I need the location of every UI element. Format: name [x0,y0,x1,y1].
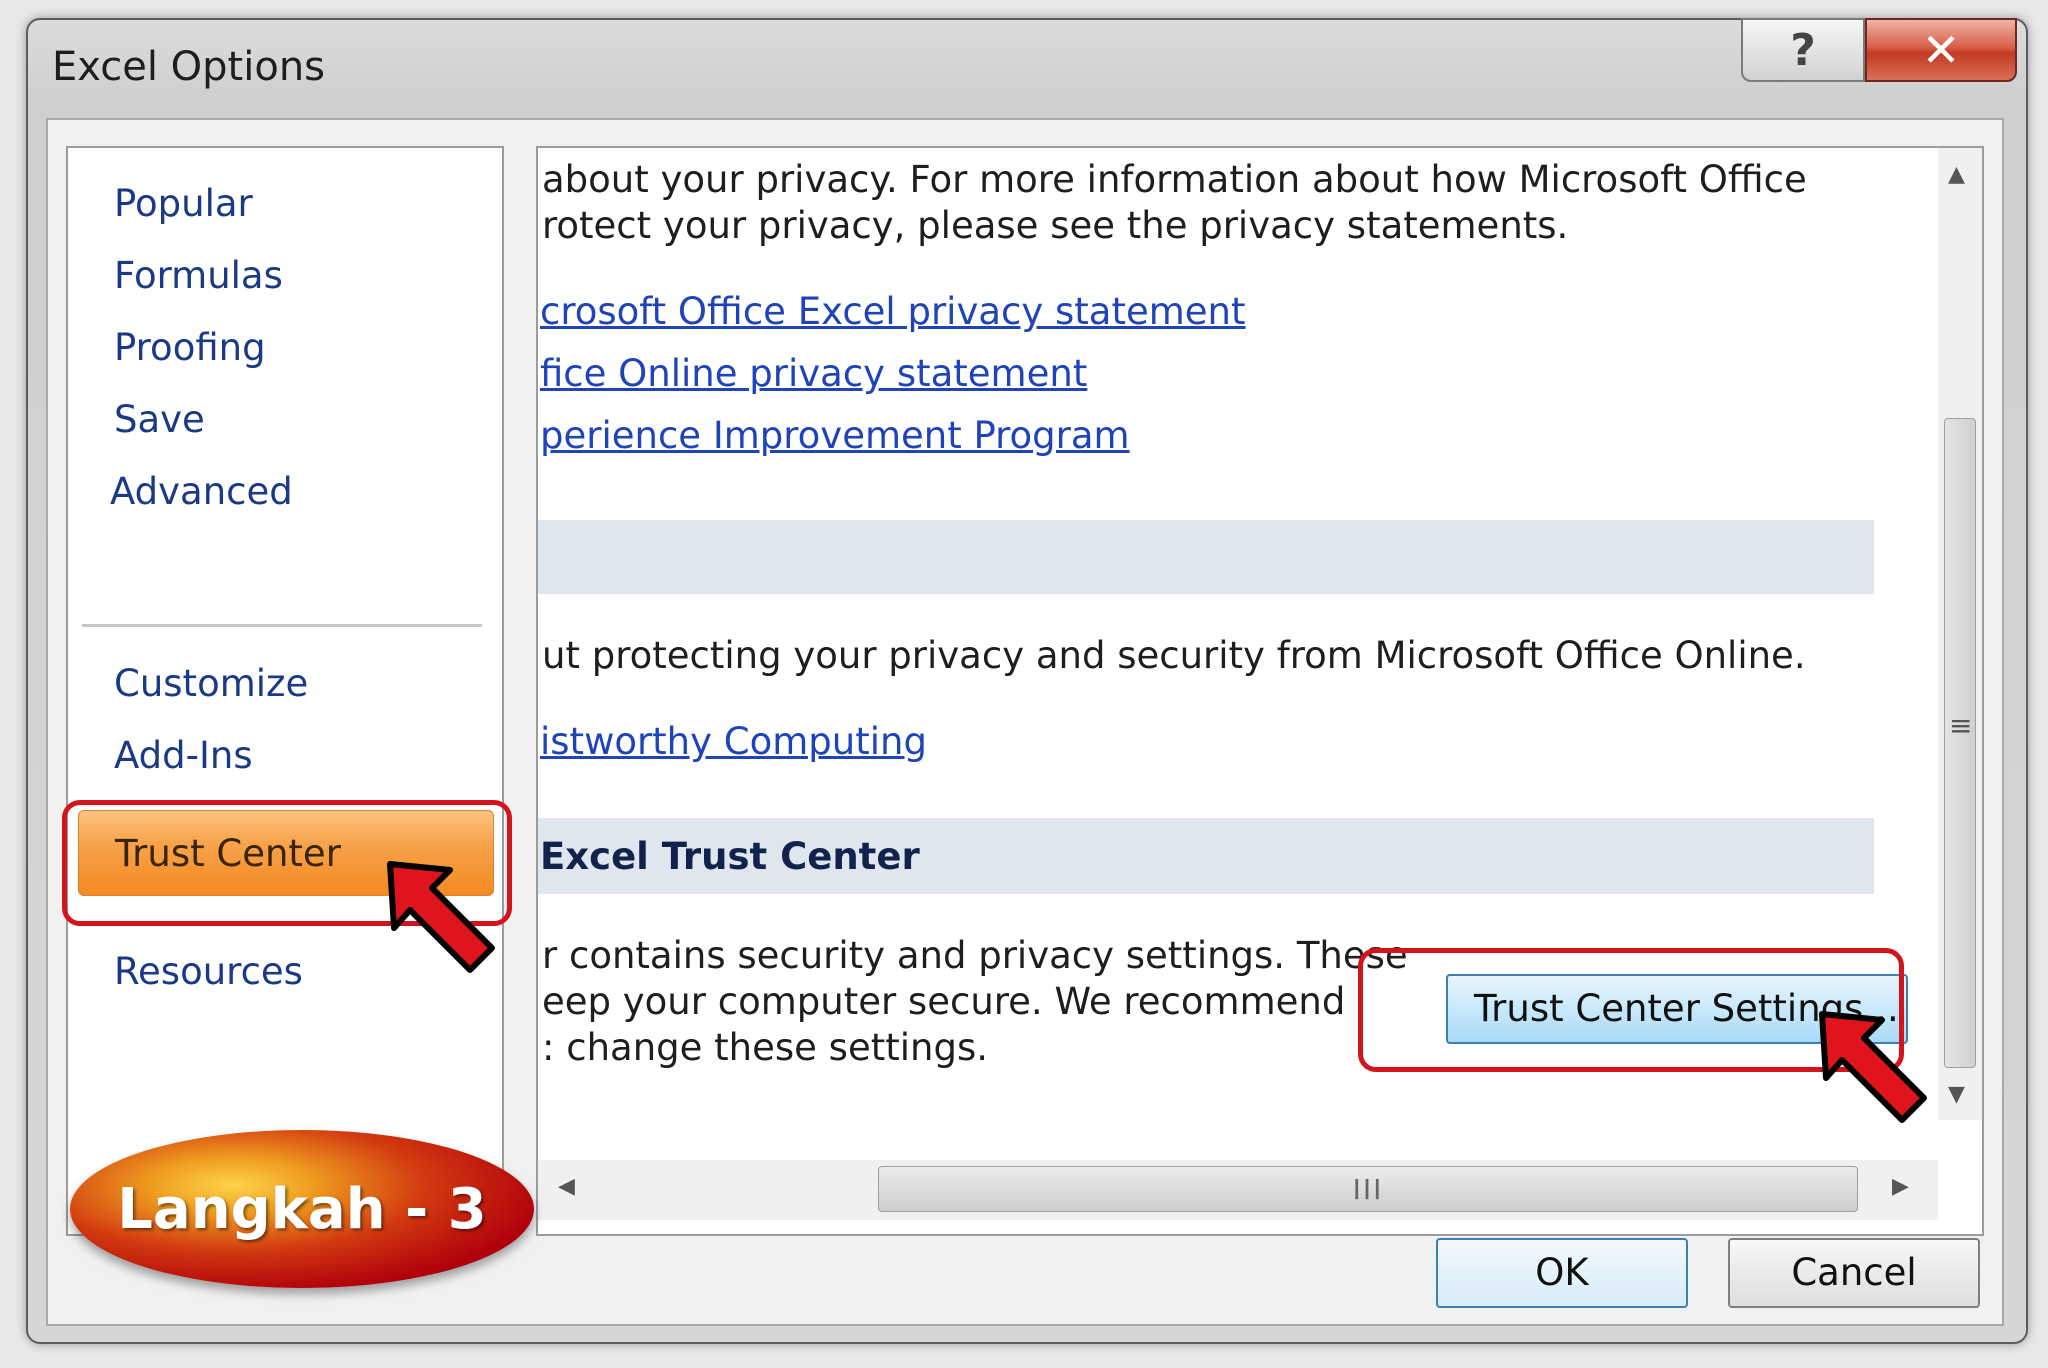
red-arrow-icon [387,861,495,973]
trust-text-line-1: r contains security and privacy settings… [542,934,1408,977]
nav-item-advanced[interactable]: Advanced [68,452,498,532]
section-title: Excel Trust Center [540,834,920,878]
question-icon: ? [1790,24,1816,76]
trustworthy-computing-link[interactable]: istworthy Computing [540,720,927,763]
horizontal-scrollbar[interactable]: ◀ III ▶ [538,1160,1938,1220]
step-badge-label: Langkah - 3 [117,1176,487,1242]
horizontal-scroll-thumb[interactable]: III [878,1166,1858,1212]
close-icon: ✕ [1921,23,1961,77]
nav-item-save[interactable]: Save [68,380,498,460]
scroll-right-arrow-icon[interactable]: ▶ [1892,1174,1909,1199]
section-header-band [538,520,1874,594]
options-nav-panel: Popular Formulas Proofing Save Advanced … [66,146,504,1236]
scroll-left-arrow-icon[interactable]: ◀ [558,1174,575,1199]
cancel-button[interactable]: Cancel [1728,1238,1980,1308]
dialog-title: Excel Options [52,44,326,90]
scroll-down-arrow-icon[interactable]: ▼ [1948,1082,1965,1107]
experience-improvement-link[interactable]: perience Improvement Program [540,414,1130,457]
red-arrow-icon [1819,1011,1927,1123]
close-button[interactable]: ✕ [1865,18,2017,82]
trust-center-content-pane: about your privacy. For more information… [536,146,1984,1236]
excel-privacy-statement-link[interactable]: crosoft Office Excel privacy statement [540,290,1246,333]
security-info-text: ut protecting your privacy and security … [542,634,1806,677]
trust-text-line-3: : change these settings. [542,1026,988,1069]
office-online-privacy-link[interactable]: fice Online privacy statement [540,352,1087,395]
privacy-text-line-2: rotect your privacy, please see the priv… [542,204,1569,247]
ok-button[interactable]: OK [1436,1238,1688,1308]
nav-divider [82,624,482,627]
nav-item-proofing[interactable]: Proofing [68,308,498,388]
trust-center-section-header: Excel Trust Center [538,818,1874,894]
grip-icon: ≡ [1949,709,1973,742]
privacy-text-line-1: about your privacy. For more information… [542,158,1807,201]
nav-item-popular[interactable]: Popular [68,164,498,244]
nav-item-formulas[interactable]: Formulas [68,236,498,316]
nav-item-customize[interactable]: Customize [68,644,498,724]
grip-icon: III [1352,1172,1384,1206]
trust-text-line-2: eep your computer secure. We recommend [542,980,1346,1023]
help-button[interactable]: ? [1741,18,1865,82]
vertical-scroll-thumb[interactable]: ≡ [1944,418,1976,1068]
scroll-up-arrow-icon[interactable]: ▲ [1948,162,1965,187]
vertical-scrollbar[interactable]: ▲ ≡ ▼ [1938,148,1982,1120]
nav-item-add-ins[interactable]: Add-Ins [68,716,498,796]
step-badge: Langkah - 3 [70,1130,534,1288]
